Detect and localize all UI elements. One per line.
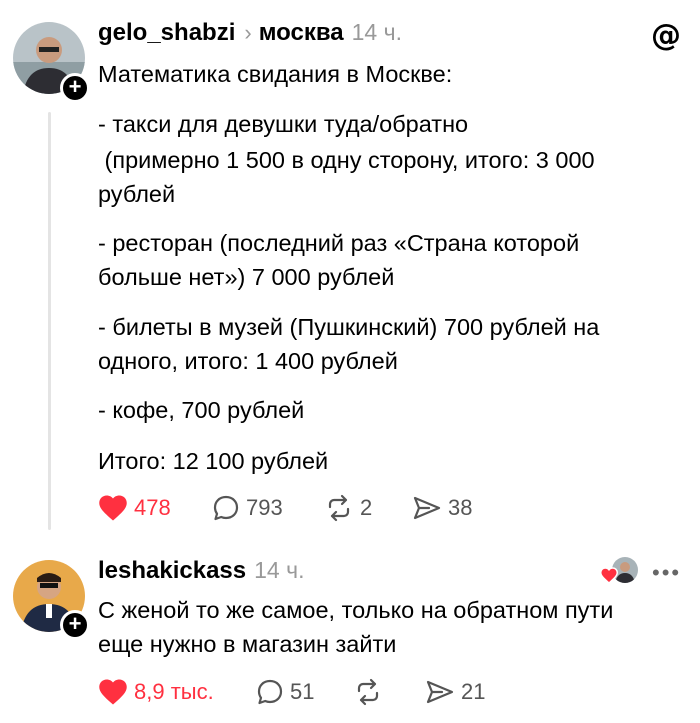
post-text-line: - билеты в музей (Пушкинский) 700 рублей… <box>98 314 600 340</box>
like-button[interactable]: 478 <box>98 494 212 522</box>
comment-button[interactable]: 51 <box>256 678 353 706</box>
repost-icon <box>328 494 350 522</box>
repost-count: 2 <box>360 495 373 520</box>
post-text-line: рублей <box>98 181 176 207</box>
post-text-line: (примерно 1 500 в одну сторону, итого: 3… <box>98 147 595 173</box>
more-dots-icon[interactable]: ••• <box>652 560 681 586</box>
reply-actions: 8,9 тыс. 51 21 <box>98 678 485 706</box>
post-text-line: - такси для девушки туда/обратно <box>98 111 469 137</box>
share-send-icon <box>426 680 454 704</box>
repost-button[interactable]: 2 <box>324 494 412 522</box>
post-text-line: одного, итого: 1 400 рублей <box>98 348 398 374</box>
threads-logo-icon[interactable]: @ <box>651 18 681 56</box>
heart-icon <box>99 495 127 521</box>
post-username[interactable]: gelo_shabzi <box>98 19 235 47</box>
like-button[interactable]: 8,9 тыс. <box>98 678 256 706</box>
heart-icon <box>99 679 127 705</box>
comment-count: 51 <box>290 679 315 704</box>
follow-plus-icon[interactable]: + <box>60 73 90 103</box>
post-header: gelo_shabzi › москва 14 ч. <box>98 19 402 47</box>
like-count: 8,9 тыс. <box>134 679 214 704</box>
repost-icon <box>357 678 379 706</box>
comment-bubble-icon <box>213 495 239 521</box>
share-count: 38 <box>448 495 473 520</box>
follow-plus-icon[interactable]: + <box>60 610 90 640</box>
post-text-line: - ресторан (последний раз «Страна которо… <box>98 230 580 256</box>
post-actions: 478 793 2 38 <box>98 494 472 522</box>
author-liked-indicator <box>600 557 640 587</box>
heart-icon <box>600 567 618 584</box>
reply-header: leshakickass 14 ч. <box>98 557 304 585</box>
reply-text-line: С женой то же самое, только на обратном … <box>98 597 614 623</box>
svg-text:@: @ <box>651 19 681 51</box>
reply-text-line: еще нужно в магазин зайти <box>98 631 397 657</box>
share-count: 21 <box>461 679 486 704</box>
comment-count: 793 <box>246 495 283 520</box>
post-text-line: Итого: 12 100 рублей <box>98 448 329 474</box>
repost-button[interactable] <box>353 678 425 706</box>
like-count: 478 <box>134 495 171 520</box>
post-text-line: - кофе, 700 рублей <box>98 397 305 423</box>
share-send-icon <box>413 496 441 520</box>
reply-username[interactable]: leshakickass <box>98 557 246 585</box>
post-topic[interactable]: москва <box>259 19 344 47</box>
post-time: 14 ч. <box>351 19 402 45</box>
chevron-right-icon: › <box>244 20 252 45</box>
post-text-line: больше нет») 7 000 рублей <box>98 264 395 290</box>
comment-bubble-icon <box>257 679 283 705</box>
post-text-line: Математика свидания в Москве: <box>98 61 453 87</box>
reply-time: 14 ч. <box>254 557 305 583</box>
comment-button[interactable]: 793 <box>212 494 324 522</box>
thread-line <box>48 112 51 530</box>
share-button[interactable]: 38 <box>412 494 472 522</box>
share-button[interactable]: 21 <box>425 678 485 706</box>
